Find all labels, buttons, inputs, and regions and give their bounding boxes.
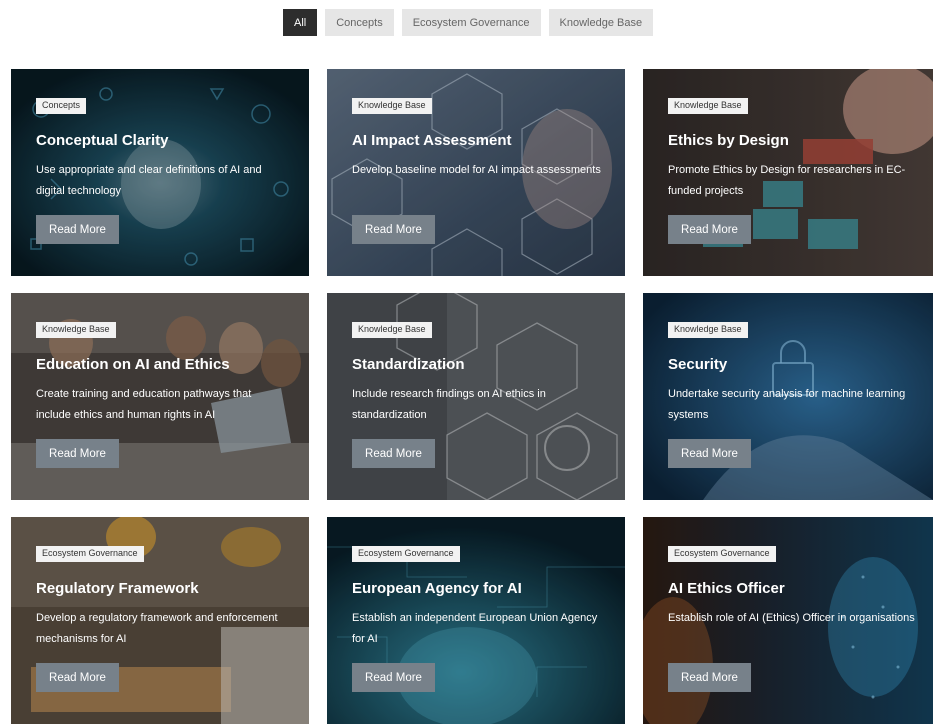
card-description: Develop a regulatory framework and enfor… bbox=[36, 611, 278, 645]
card-standardization[interactable]: Knowledge Base Standardization Include r… bbox=[327, 293, 625, 500]
card-description: Promote Ethics by Design for researchers… bbox=[668, 163, 906, 197]
read-more-button[interactable]: Read More bbox=[36, 439, 119, 468]
card-ethics-by-design[interactable]: Knowledge Base Ethics by Design Promote … bbox=[643, 69, 933, 276]
filter-knowledge-base-button[interactable]: Knowledge Base bbox=[548, 9, 654, 36]
card-content: Knowledge Base Education on AI and Ethic… bbox=[36, 319, 295, 426]
read-more-button[interactable]: Read More bbox=[36, 663, 119, 692]
card-description: Create training and education pathways t… bbox=[36, 387, 252, 421]
card-content: Knowledge Base Security Undertake securi… bbox=[668, 319, 919, 426]
category-tag: Concepts bbox=[36, 98, 87, 114]
card-content: Knowledge Base Ethics by Design Promote … bbox=[668, 95, 919, 202]
filter-ecosystem-governance-button[interactable]: Ecosystem Governance bbox=[401, 9, 541, 36]
card-title: Ethics by Design bbox=[668, 131, 789, 149]
card-description: Include research findings on AI ethics i… bbox=[352, 387, 546, 421]
category-tag: Knowledge Base bbox=[668, 322, 748, 338]
card-regulatory-framework[interactable]: Ecosystem Governance Regulatory Framewor… bbox=[11, 517, 309, 724]
card-content: Knowledge Base Standardization Include r… bbox=[352, 319, 611, 426]
card-conceptual-clarity[interactable]: Concepts Conceptual Clarity Use appropri… bbox=[11, 69, 309, 276]
card-title: AI Ethics Officer bbox=[668, 579, 785, 597]
card-content: Ecosystem Governance Regulatory Framewor… bbox=[36, 543, 295, 650]
category-tag: Knowledge Base bbox=[668, 98, 748, 114]
card-ai-impact-assessment[interactable]: Knowledge Base AI Impact Assessment Deve… bbox=[327, 69, 625, 276]
category-tag: Ecosystem Governance bbox=[668, 546, 776, 562]
card-title: Security bbox=[668, 355, 728, 373]
card-title: AI Impact Assessment bbox=[352, 131, 512, 149]
card-description: Undertake security analysis for machine … bbox=[668, 387, 906, 421]
category-tag: Knowledge Base bbox=[352, 322, 432, 338]
card-description: Develop baseline model for AI impact ass… bbox=[352, 163, 601, 176]
filter-concepts-button[interactable]: Concepts bbox=[325, 9, 394, 36]
card-title: Standardization bbox=[352, 355, 465, 373]
read-more-button[interactable]: Read More bbox=[352, 439, 435, 468]
read-more-button[interactable]: Read More bbox=[668, 663, 751, 692]
category-tag: Knowledge Base bbox=[352, 98, 432, 114]
card-content: Knowledge Base AI Impact Assessment Deve… bbox=[352, 95, 611, 181]
category-tag: Ecosystem Governance bbox=[352, 546, 460, 562]
filter-bar: All Concepts Ecosystem Governance Knowle… bbox=[283, 9, 654, 36]
card-description: Establish role of AI (Ethics) Officer in… bbox=[668, 611, 915, 624]
category-tag: Knowledge Base bbox=[36, 322, 116, 338]
card-description: Use appropriate and clear definitions of… bbox=[36, 163, 262, 197]
card-grid: Concepts Conceptual Clarity Use appropri… bbox=[11, 69, 933, 724]
card-content: Ecosystem Governance AI Ethics Officer E… bbox=[668, 543, 919, 629]
read-more-button[interactable]: Read More bbox=[668, 439, 751, 468]
category-tag: Ecosystem Governance bbox=[36, 546, 144, 562]
read-more-button[interactable]: Read More bbox=[36, 215, 119, 244]
read-more-button[interactable]: Read More bbox=[352, 663, 435, 692]
card-title: European Agency for AI bbox=[352, 579, 522, 597]
card-security[interactable]: Knowledge Base Security Undertake securi… bbox=[643, 293, 933, 500]
filter-all-button[interactable]: All bbox=[283, 9, 318, 36]
card-european-agency-for-ai[interactable]: Ecosystem Governance European Agency for… bbox=[327, 517, 625, 724]
card-description: Establish an independent European Union … bbox=[352, 611, 598, 645]
card-content: Concepts Conceptual Clarity Use appropri… bbox=[36, 95, 295, 202]
read-more-button[interactable]: Read More bbox=[352, 215, 435, 244]
read-more-button[interactable]: Read More bbox=[668, 215, 751, 244]
card-education-on-ai-and-ethics[interactable]: Knowledge Base Education on AI and Ethic… bbox=[11, 293, 309, 500]
card-ai-ethics-officer[interactable]: Ecosystem Governance AI Ethics Officer E… bbox=[643, 517, 933, 724]
card-title: Education on AI and Ethics bbox=[36, 355, 230, 373]
card-content: Ecosystem Governance European Agency for… bbox=[352, 543, 611, 650]
card-title: Conceptual Clarity bbox=[36, 131, 169, 149]
card-title: Regulatory Framework bbox=[36, 579, 199, 597]
